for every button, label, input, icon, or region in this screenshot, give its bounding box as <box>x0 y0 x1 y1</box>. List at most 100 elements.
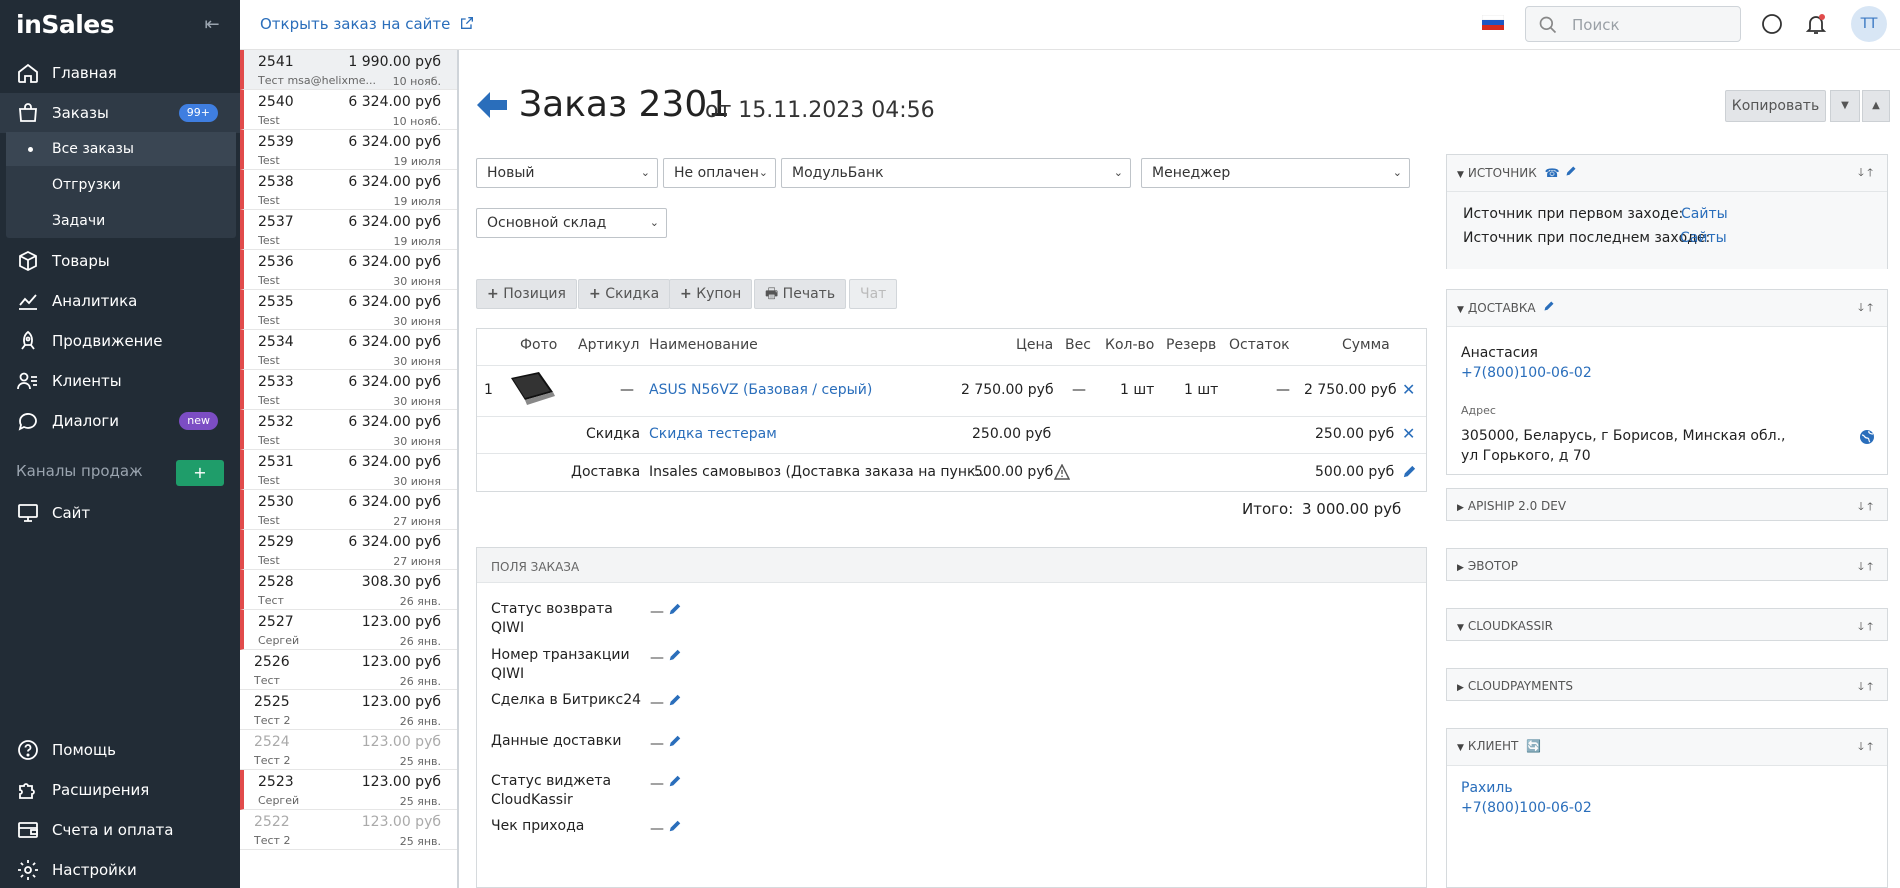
order-list-item[interactable]: 2523 123.00 руб Сергей 25 янв. <box>240 770 457 810</box>
refresh-icon[interactable]: 🔄 <box>1526 739 1541 753</box>
reorder-arrows-icon[interactable]: 🡓 🡑 <box>1858 678 1873 697</box>
edit-pencil-icon[interactable] <box>668 602 682 616</box>
add-coupon-button[interactable]: + Купон <box>669 279 753 309</box>
cloudpayments-panel[interactable]: ▶ CLOUDPAYMENTS 🡓 🡑 <box>1446 668 1888 701</box>
edit-pencil-icon[interactable] <box>668 693 682 707</box>
order-list-item[interactable]: 2536 6 324.00 руб Test 30 июня <box>240 250 457 290</box>
copy-order-button[interactable]: Копировать <box>1725 90 1826 122</box>
order-list-item[interactable]: 2532 6 324.00 руб Test 30 июня <box>240 410 457 450</box>
subnav-tasks[interactable]: Задачи <box>6 204 236 238</box>
chat-button[interactable]: Чат <box>849 279 898 309</box>
payment-method-select[interactable]: МодульБанк ⌄ <box>781 158 1131 188</box>
reorder-arrows-icon[interactable]: 🡓 🡑 <box>1858 164 1873 183</box>
product-photo[interactable] <box>507 370 557 412</box>
subnav-all-orders[interactable]: Все заказы <box>6 132 236 166</box>
edit-pencil-icon[interactable] <box>668 774 682 788</box>
edit-pencil-icon[interactable] <box>1565 165 1577 177</box>
order-list-item[interactable]: 2526 123.00 руб Тест 26 янв. <box>240 650 457 690</box>
evotor-panel[interactable]: ▶ Эвотор 🡓 🡑 <box>1446 548 1888 581</box>
globe-icon[interactable] <box>1859 429 1875 445</box>
order-list-item[interactable]: 2529 6 324.00 руб Test 27 июня <box>240 530 457 570</box>
russia-flag-icon[interactable] <box>1482 15 1504 30</box>
order-list-item[interactable]: 2531 6 324.00 руб Test 30 июня <box>240 450 457 490</box>
warning-icon[interactable] <box>1054 464 1070 480</box>
delivery-panel-header[interactable]: ▼ Доставка <box>1447 290 1887 324</box>
order-list-item[interactable]: 2534 6 324.00 руб Test 30 июня <box>240 330 457 370</box>
nav-help[interactable]: Помощь <box>0 730 240 770</box>
bell-icon[interactable] <box>1804 12 1828 36</box>
copy-dropdown-button[interactable]: ▼ <box>1830 90 1860 122</box>
product-name-link[interactable]: ASUS N56VZ (Базовая / серый) <box>649 382 872 398</box>
cloudkassir-panel-header[interactable]: ▼ CLOUDKASSIR <box>1447 609 1887 643</box>
order-list-item[interactable]: 2524 123.00 руб Тест 2 25 янв. <box>240 730 457 770</box>
back-arrow-icon[interactable] <box>477 92 507 118</box>
remove-discount-icon[interactable]: ✕ <box>1402 424 1415 443</box>
print-button[interactable]: 🖶 Печать <box>754 279 847 309</box>
order-list-item[interactable]: 2538 6 324.00 руб Test 19 июля <box>240 170 457 210</box>
edit-pencil-icon[interactable] <box>668 734 682 748</box>
edit-pencil-icon[interactable] <box>668 648 682 662</box>
remove-product-icon[interactable]: ✕ <box>1402 380 1415 399</box>
nav-extensions[interactable]: Расширения <box>0 770 240 810</box>
discount-name-link[interactable]: Скидка тестерам <box>649 426 777 442</box>
edit-pencil-icon[interactable] <box>668 819 682 833</box>
subnav-shipments[interactable]: Отгрузки <box>6 168 236 202</box>
warehouse-select[interactable]: Основной склад ⌄ <box>476 208 667 238</box>
order-status-select[interactable]: Новый ⌄ <box>476 158 658 188</box>
order-list-item[interactable]: 2541 1 990.00 руб Тест msa@helixme... 10 но… <box>240 50 457 90</box>
apiship-panel[interactable]: ▶ APISHIP 2.0 DEV 🡓 🡑 <box>1446 488 1888 521</box>
first-source-value[interactable]: Сайты <box>1681 206 1728 222</box>
delivery-phone[interactable]: +7(800)100-06-02 <box>1461 365 1592 381</box>
cloudpayments-panel-header[interactable]: ▶ CLOUDPAYMENTS <box>1447 669 1887 703</box>
add-discount-button[interactable]: + Скидка <box>578 279 671 309</box>
phone-icon[interactable]: ☎ <box>1545 166 1560 180</box>
order-list-item[interactable]: 2522 123.00 руб Тест 2 25 янв. <box>240 810 457 850</box>
nav-settings[interactable]: Настройки <box>0 850 240 888</box>
order-list-item[interactable]: 2539 6 324.00 руб Test 19 июля <box>240 130 457 170</box>
product-qty[interactable]: 1 шт <box>1120 382 1154 398</box>
reorder-arrows-icon[interactable]: 🡓 🡑 <box>1858 558 1873 577</box>
manager-select[interactable]: Менеджер ⌄ <box>1141 158 1410 188</box>
collapse-up-button[interactable]: ▲ <box>1862 90 1890 122</box>
order-list-item[interactable]: 2537 6 324.00 руб Test 19 июля <box>240 210 457 250</box>
payment-status-select[interactable]: Не оплачен ⌄ <box>663 158 776 188</box>
edit-pencil-icon[interactable] <box>1543 300 1555 312</box>
nav-site[interactable]: Сайт <box>0 493 240 533</box>
order-list-item[interactable]: 2540 6 324.00 руб Test 10 нояб. <box>240 90 457 130</box>
apiship-panel-header[interactable]: ▶ APISHIP 2.0 DEV <box>1447 489 1887 523</box>
order-list-item[interactable]: 2525 123.00 руб Тест 2 26 янв. <box>240 690 457 730</box>
chat-bubble-icon[interactable] <box>1760 12 1784 36</box>
nav-orders[interactable]: Заказы 99+ <box>0 93 240 133</box>
nav-home[interactable]: Главная <box>0 53 240 93</box>
order-list-item[interactable]: 2535 6 324.00 руб Test 30 июня <box>240 290 457 330</box>
nav-billing[interactable]: Счета и оплата <box>0 810 240 850</box>
cloudkassir-panel[interactable]: ▼ CLOUDKASSIR 🡓 🡑 <box>1446 608 1888 641</box>
source-panel-header[interactable]: ▼ Источник ☎ <box>1447 155 1887 189</box>
client-panel-header[interactable]: ▼ Клиент 🔄 <box>1447 729 1887 763</box>
reorder-arrows-icon[interactable]: 🡓 🡑 <box>1858 498 1873 517</box>
evotor-panel-header[interactable]: ▶ Эвотор <box>1447 549 1887 583</box>
reorder-arrows-icon[interactable]: 🡓 🡑 <box>1858 618 1873 637</box>
search-field[interactable]: Поиск <box>1525 6 1741 42</box>
client-name-link[interactable]: Рахиль <box>1461 780 1513 796</box>
app-logo[interactable]: inSales <box>16 10 115 39</box>
reorder-arrows-icon[interactable]: 🡓 🡑 <box>1858 299 1873 318</box>
order-list-item[interactable]: 2533 6 324.00 руб Test 30 июня <box>240 370 457 410</box>
order-list-item[interactable]: 2528 308.30 руб Тест 26 янв. <box>240 570 457 610</box>
nav-analytics[interactable]: Аналитика <box>0 281 240 321</box>
add-position-button[interactable]: + Позиция <box>476 279 577 309</box>
add-channel-button[interactable]: + <box>176 460 224 486</box>
collapse-sidebar-icon[interactable]: ⇤ <box>200 14 224 36</box>
edit-delivery-pencil-icon[interactable] <box>1402 464 1417 479</box>
reorder-arrows-icon[interactable]: 🡓 🡑 <box>1858 738 1873 757</box>
nav-products[interactable]: Товары <box>0 241 240 281</box>
nav-clients[interactable]: Клиенты <box>0 361 240 401</box>
client-phone[interactable]: +7(800)100-06-02 <box>1461 800 1592 816</box>
open-order-on-site-link[interactable]: Открыть заказ на сайте <box>260 15 475 33</box>
nav-promotion[interactable]: Продвижение <box>0 321 240 361</box>
order-list-item[interactable]: 2530 6 324.00 руб Test 27 июня <box>240 490 457 530</box>
last-source-value[interactable]: Сайты <box>1680 230 1727 246</box>
user-avatar[interactable]: TT <box>1851 6 1887 42</box>
nav-dialogs[interactable]: Диалоги new <box>0 401 240 441</box>
order-list-item[interactable]: 2527 123.00 руб Сергей 26 янв. <box>240 610 457 650</box>
